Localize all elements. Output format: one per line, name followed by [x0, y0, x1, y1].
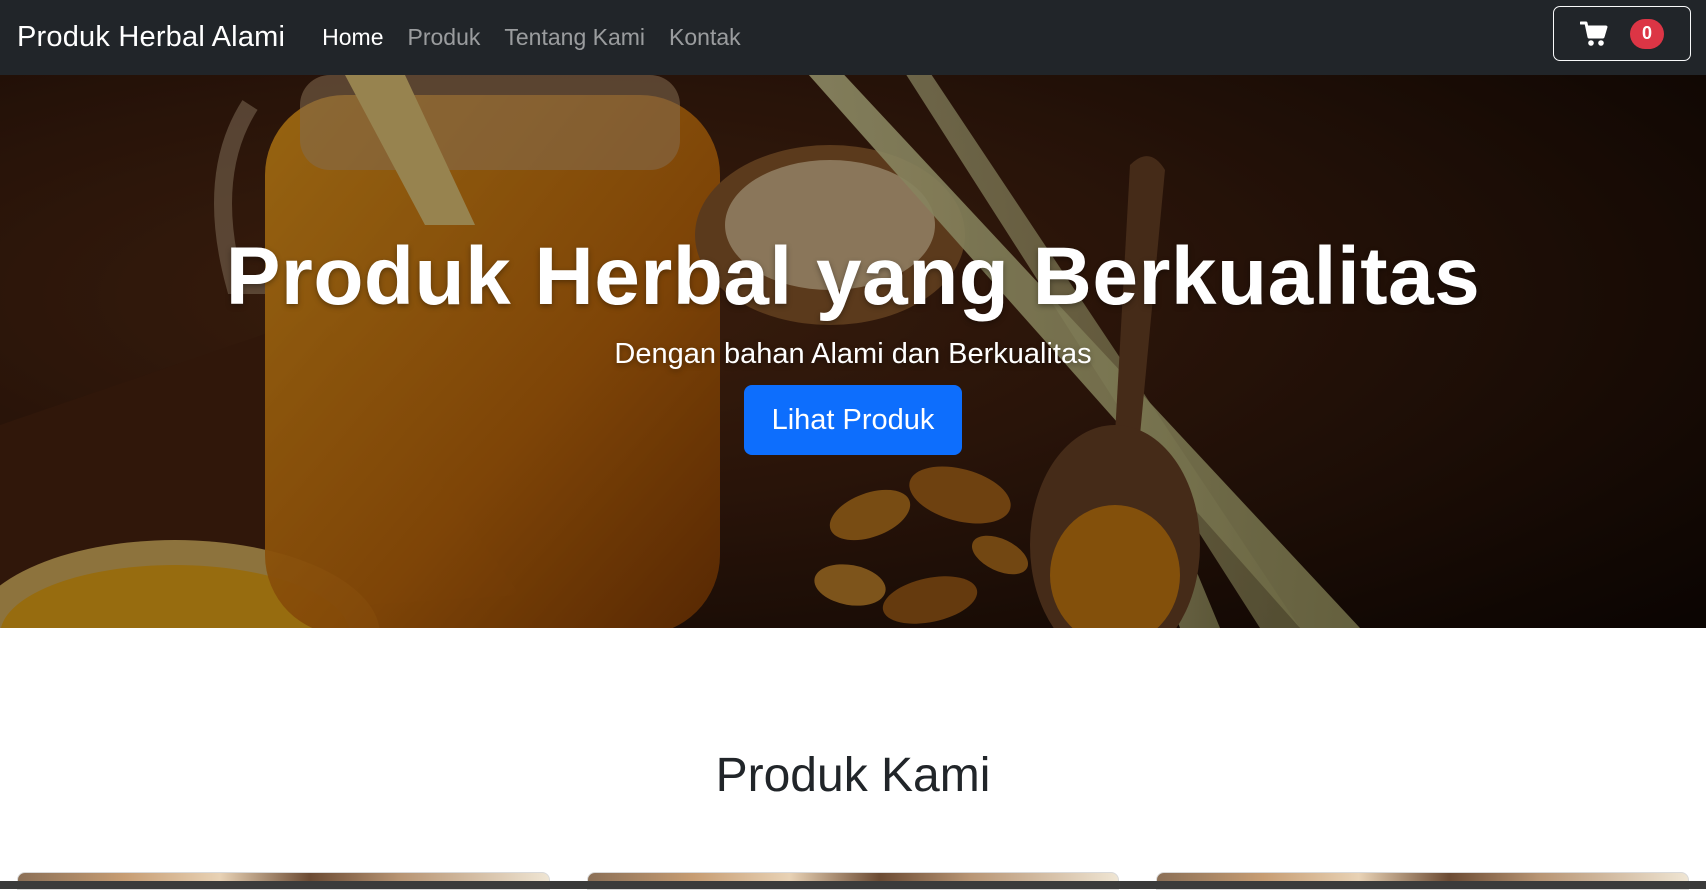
- nav-links: Home Produk Tentang Kami Kontak: [322, 24, 740, 51]
- hero-title: Produk Herbal yang Berkualitas: [225, 231, 1481, 322]
- nav-produk[interactable]: Produk: [408, 24, 481, 51]
- cart-icon: [1580, 21, 1608, 47]
- top-navbar: Produk Herbal Alami Home Produk Tentang …: [0, 0, 1706, 75]
- nav-tentang-kami[interactable]: Tentang Kami: [504, 24, 645, 51]
- hero-content: Produk Herbal yang Berkualitas Dengan ba…: [0, 75, 1706, 628]
- nav-kontak[interactable]: Kontak: [669, 24, 741, 51]
- window-bottom-edge: [0, 881, 1706, 889]
- hero-subtitle: Dengan bahan Alami dan Berkualitas: [614, 338, 1092, 370]
- hero-banner: Produk Herbal yang Berkualitas Dengan ba…: [0, 75, 1706, 628]
- brand-logo[interactable]: Produk Herbal Alami: [17, 21, 285, 54]
- products-section-title: Produk Kami: [715, 749, 991, 802]
- nav-home[interactable]: Home: [322, 24, 383, 51]
- cart-count-badge: 0: [1630, 18, 1664, 49]
- view-products-button[interactable]: Lihat Produk: [744, 385, 962, 455]
- cart-button[interactable]: 0: [1553, 6, 1691, 61]
